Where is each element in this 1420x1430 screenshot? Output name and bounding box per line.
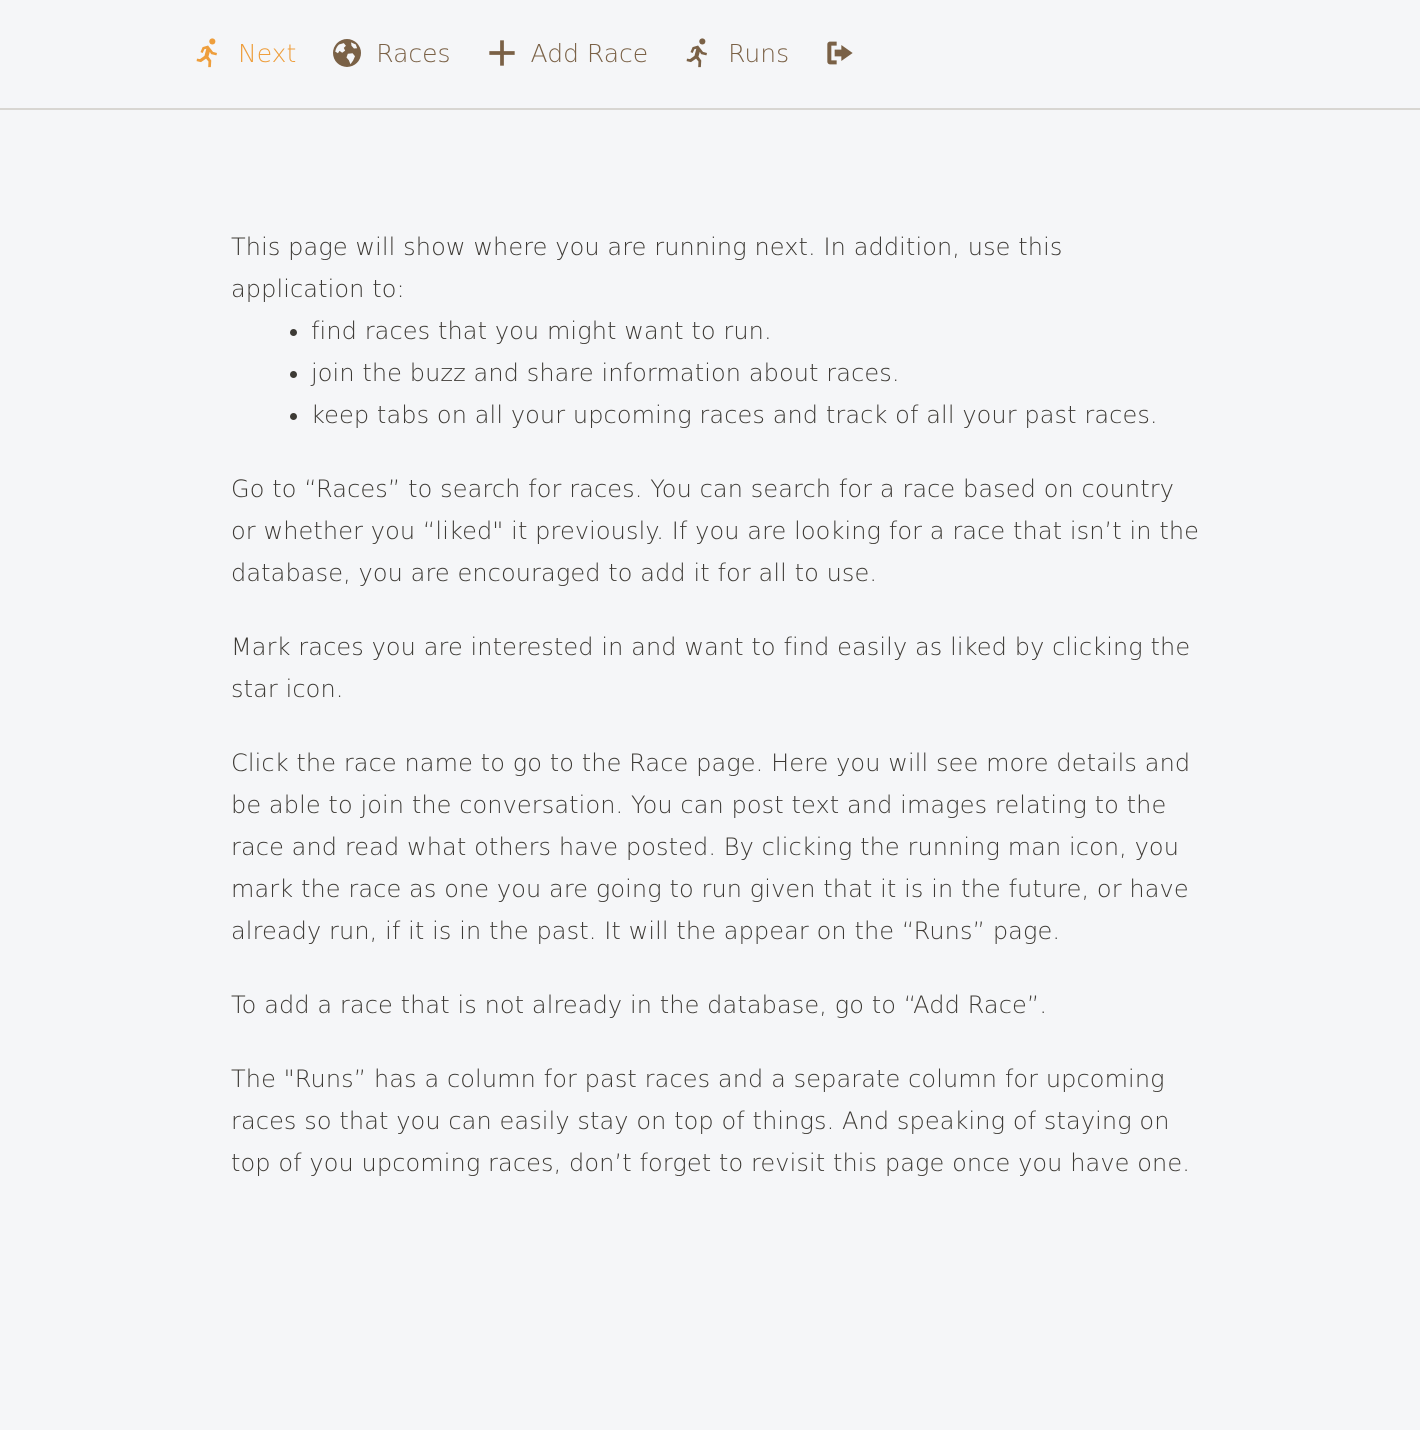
main-content: This page will show where you are runnin… xyxy=(231,226,1201,1216)
running-man-icon xyxy=(682,36,716,70)
nav-item-runs-label: Runs xyxy=(728,38,790,68)
races-paragraph: Go to “Races” to search for races. You c… xyxy=(231,475,1200,587)
feature-list: find races that you might want to run. j… xyxy=(231,310,1201,436)
top-navbar: Next Races Add Race Runs xyxy=(0,0,1420,110)
nav-item-races-label: Races xyxy=(376,38,451,68)
nav-item-add-race-label: Add Race xyxy=(530,38,649,68)
list-item: join the buzz and share information abou… xyxy=(311,352,1201,394)
race-page-paragraph: Click the race name to go to the Race pa… xyxy=(231,749,1191,945)
intro-paragraph: This page will show where you are runnin… xyxy=(231,233,1063,303)
nav-item-next-label: Next xyxy=(238,38,297,68)
nav-item-races[interactable]: Races xyxy=(330,36,451,70)
nav-item-add-race[interactable]: Add Race xyxy=(485,36,649,70)
nav-item-next[interactable]: Next xyxy=(192,36,296,70)
add-race-paragraph: To add a race that is not already in the… xyxy=(231,991,1048,1019)
sign-out-icon xyxy=(823,36,857,70)
nav-menu: Next Races Add Race Runs xyxy=(192,32,891,74)
list-item: find races that you might want to run. xyxy=(311,310,1201,352)
runs-paragraph: The "Runs” has a column for past races a… xyxy=(231,1065,1190,1177)
plus-icon xyxy=(485,36,519,70)
nav-item-runs[interactable]: Runs xyxy=(682,36,789,70)
logout-button[interactable] xyxy=(823,36,857,70)
globe-icon xyxy=(330,36,364,70)
liked-paragraph: Mark races you are interested in and wan… xyxy=(231,633,1191,703)
running-man-icon xyxy=(192,36,226,70)
list-item: keep tabs on all your upcoming races and… xyxy=(311,394,1201,436)
